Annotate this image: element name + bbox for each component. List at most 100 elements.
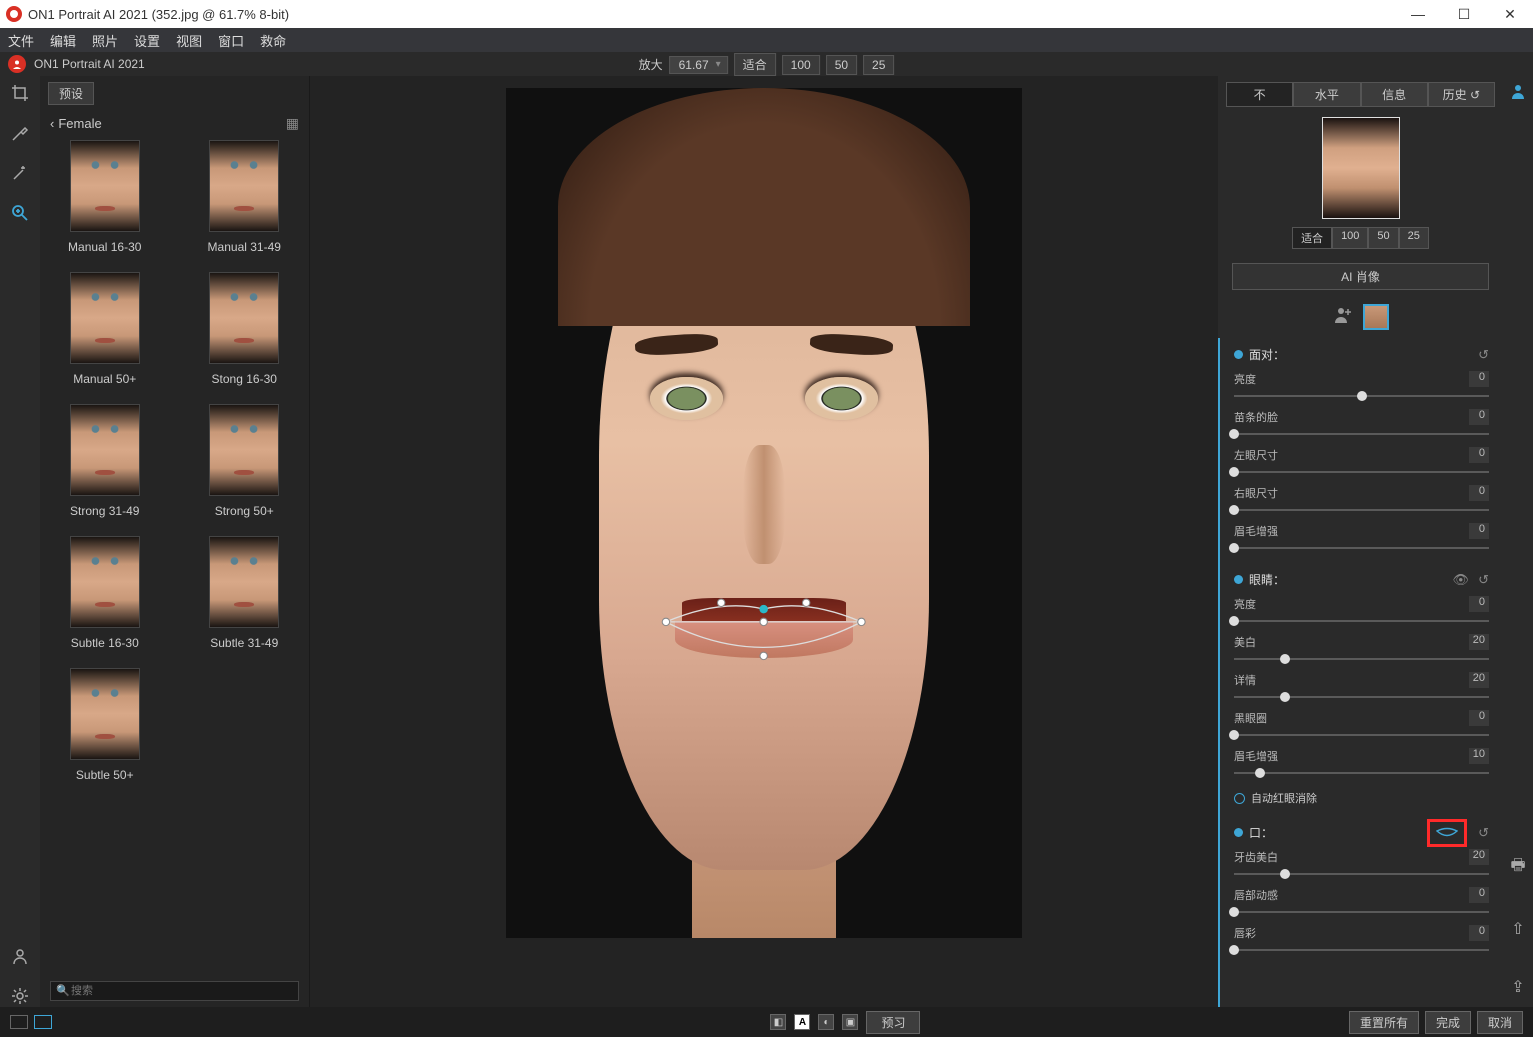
menu-settings[interactable]: 设置 bbox=[134, 31, 160, 50]
slider-knob[interactable] bbox=[1280, 869, 1290, 879]
lip-overlay[interactable] bbox=[645, 590, 882, 675]
nav-25-button[interactable]: 25 bbox=[1399, 227, 1429, 249]
print-icon[interactable]: 🖶 bbox=[1510, 844, 1525, 891]
nav-50-button[interactable]: 50 bbox=[1368, 227, 1398, 249]
preset-item[interactable]: Strong 50+ bbox=[192, 404, 298, 518]
reset-all-button[interactable]: 重置所有 bbox=[1349, 1011, 1419, 1034]
before-after-icon[interactable]: ◧ bbox=[770, 1014, 786, 1030]
user-profile-icon[interactable] bbox=[1509, 82, 1527, 100]
magic-tool-icon[interactable] bbox=[9, 162, 31, 184]
face-thumb-selected[interactable] bbox=[1363, 304, 1389, 330]
slider-value[interactable]: 0 bbox=[1469, 371, 1489, 387]
slider-knob[interactable] bbox=[1229, 945, 1239, 955]
preset-item[interactable]: Stong 16-30 bbox=[192, 272, 298, 386]
tab-level[interactable]: 水平 bbox=[1293, 82, 1360, 107]
portrait-mode-icon[interactable] bbox=[8, 55, 26, 73]
share-icon[interactable]: ⇪ bbox=[1511, 967, 1524, 1007]
menu-file[interactable]: 文件 bbox=[8, 31, 34, 50]
slider-knob[interactable] bbox=[1229, 907, 1239, 917]
view-single-icon[interactable] bbox=[10, 1015, 28, 1029]
tab-nav[interactable]: 不 bbox=[1226, 82, 1293, 107]
preset-item[interactable]: Manual 31-49 bbox=[192, 140, 298, 254]
mask-a-icon[interactable]: A bbox=[794, 1014, 810, 1030]
slider-knob[interactable] bbox=[1357, 391, 1367, 401]
slider-value[interactable]: 0 bbox=[1469, 925, 1489, 941]
nav-100-button[interactable]: 100 bbox=[1332, 227, 1368, 249]
slider-track[interactable] bbox=[1234, 696, 1489, 698]
preset-item[interactable]: Manual 16-30 bbox=[52, 140, 158, 254]
slider-track[interactable] bbox=[1234, 395, 1489, 397]
nav-fit-button[interactable]: 适合 bbox=[1292, 227, 1332, 249]
slider-knob[interactable] bbox=[1229, 429, 1239, 439]
menu-help[interactable]: 救命 bbox=[260, 31, 286, 50]
slider-knob[interactable] bbox=[1229, 730, 1239, 740]
preview-button[interactable]: 预习 bbox=[866, 1011, 920, 1034]
preset-item[interactable]: Manual 50+ bbox=[52, 272, 158, 386]
preset-item[interactable]: Subtle 16-30 bbox=[52, 536, 158, 650]
close-button[interactable]: ✕ bbox=[1487, 0, 1533, 28]
slider-track[interactable] bbox=[1234, 509, 1489, 511]
slider-track[interactable] bbox=[1234, 658, 1489, 660]
navigator-thumbnail[interactable] bbox=[1322, 117, 1400, 219]
menu-view[interactable]: 视图 bbox=[176, 31, 202, 50]
presets-tab[interactable]: 预设 bbox=[48, 82, 94, 105]
grid-view-icon[interactable]: ▦ bbox=[286, 115, 299, 132]
done-button[interactable]: 完成 bbox=[1425, 1011, 1471, 1034]
slider-track[interactable] bbox=[1234, 772, 1489, 774]
slider-track[interactable] bbox=[1234, 873, 1489, 875]
maximize-button[interactable]: ☐ bbox=[1441, 0, 1487, 28]
slider-track[interactable] bbox=[1234, 471, 1489, 473]
crop-tool-icon[interactable] bbox=[9, 82, 31, 104]
group-header[interactable]: 眼睛：👁↺ bbox=[1234, 571, 1489, 594]
breadcrumb-label[interactable]: ON1 Portrait AI 2021 bbox=[34, 57, 145, 71]
group-toggle-icon[interactable] bbox=[1234, 350, 1243, 359]
group-toggle-icon[interactable] bbox=[1234, 828, 1243, 837]
canvas-area[interactable] bbox=[310, 76, 1218, 1007]
slider-value[interactable]: 0 bbox=[1469, 710, 1489, 726]
zoom-input[interactable]: 61.67 ▾ bbox=[669, 56, 728, 74]
slider-value[interactable]: 0 bbox=[1469, 485, 1489, 501]
mask-view-icon[interactable]: ▣ bbox=[842, 1014, 858, 1030]
slider-value[interactable]: 0 bbox=[1469, 596, 1489, 612]
slider-track[interactable] bbox=[1234, 620, 1489, 622]
group-header[interactable]: 口：↺ bbox=[1234, 824, 1489, 847]
reset-group-icon[interactable]: ↺ bbox=[1478, 572, 1489, 588]
checkbox-row[interactable]: 自动红眼消除 bbox=[1234, 784, 1489, 812]
slider-knob[interactable] bbox=[1280, 654, 1290, 664]
cancel-button[interactable]: 取消 bbox=[1477, 1011, 1523, 1034]
zoom-100-button[interactable]: 100 bbox=[782, 55, 820, 75]
slider-value[interactable]: 20 bbox=[1469, 849, 1489, 865]
preset-item[interactable]: Subtle 31-49 bbox=[192, 536, 298, 650]
menu-photo[interactable]: 照片 bbox=[92, 31, 118, 50]
slider-value[interactable]: 0 bbox=[1469, 523, 1489, 539]
gear-tool-icon[interactable] bbox=[9, 985, 31, 1007]
user-tool-icon[interactable] bbox=[9, 945, 31, 967]
slider-knob[interactable] bbox=[1229, 505, 1239, 515]
slider-value[interactable]: 0 bbox=[1469, 887, 1489, 903]
slider-knob[interactable] bbox=[1229, 467, 1239, 477]
preset-search-input[interactable] bbox=[50, 981, 299, 1001]
slider-track[interactable] bbox=[1234, 911, 1489, 913]
zoom-50-button[interactable]: 50 bbox=[826, 55, 857, 75]
slider-value[interactable]: 0 bbox=[1469, 409, 1489, 425]
slider-value[interactable]: 20 bbox=[1469, 672, 1489, 688]
group-header[interactable]: 面对：↺ bbox=[1234, 346, 1489, 369]
slider-knob[interactable] bbox=[1229, 616, 1239, 626]
slider-value[interactable]: 10 bbox=[1469, 748, 1489, 764]
menu-edit[interactable]: 编辑 bbox=[50, 31, 76, 50]
slider-track[interactable] bbox=[1234, 433, 1489, 435]
slider-value[interactable]: 20 bbox=[1469, 634, 1489, 650]
eye-visibility-icon[interactable]: 👁 bbox=[1452, 572, 1469, 588]
reset-group-icon[interactable]: ↺ bbox=[1478, 347, 1489, 363]
slider-track[interactable] bbox=[1234, 949, 1489, 951]
mouth-edit-icon[interactable] bbox=[1427, 819, 1467, 847]
mask-toggle-icon[interactable]: ◐ bbox=[818, 1014, 834, 1030]
slider-track[interactable] bbox=[1234, 734, 1489, 736]
zoom-fit-button[interactable]: 适合 bbox=[734, 53, 776, 76]
slider-knob[interactable] bbox=[1255, 768, 1265, 778]
add-face-icon[interactable] bbox=[1333, 305, 1353, 330]
slider-knob[interactable] bbox=[1229, 543, 1239, 553]
zoom-25-button[interactable]: 25 bbox=[863, 55, 894, 75]
minimize-button[interactable]: — bbox=[1395, 0, 1441, 28]
presets-back-button[interactable]: ‹ Female bbox=[50, 116, 102, 131]
